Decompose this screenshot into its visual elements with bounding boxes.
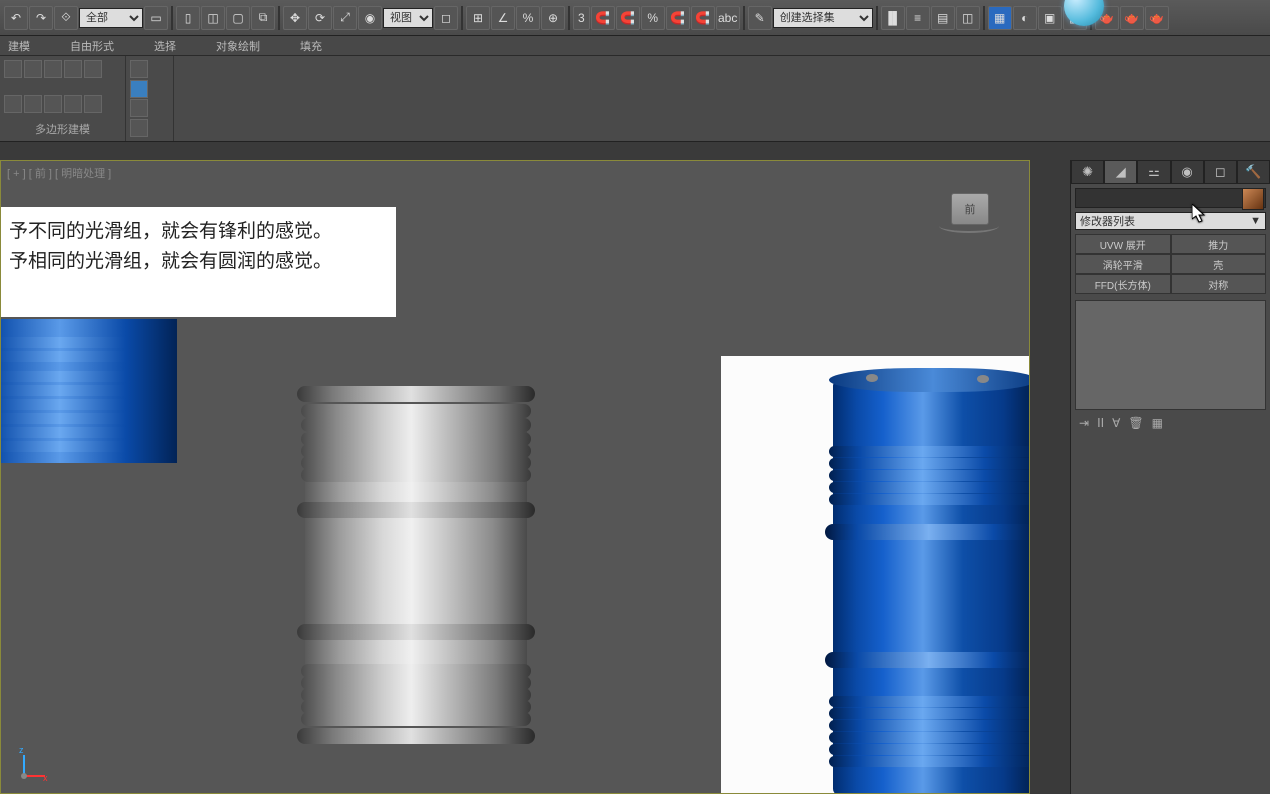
tab-freeform[interactable]: 自由形式	[70, 38, 114, 54]
mod-btn-push[interactable]: 推力	[1171, 234, 1267, 254]
poly-mode-3[interactable]	[44, 60, 62, 78]
object-color-swatch[interactable]	[1242, 188, 1264, 210]
extra-tool-1[interactable]	[130, 60, 148, 78]
teapot2-button[interactable]: 🫖	[1120, 6, 1144, 30]
modifier-list-dropdown[interactable]: 修改器列表▼	[1075, 212, 1266, 230]
pivot-button[interactable]: ◻	[434, 6, 458, 30]
extra-tool-4[interactable]	[130, 119, 148, 137]
pin-stack-button[interactable]: ⇥	[1079, 416, 1089, 430]
named-selection-dropdown[interactable]: 创建选择集	[773, 8, 873, 28]
mod-btn-uvw[interactable]: UVW 展开	[1075, 234, 1171, 254]
select-name-button[interactable]: ◫	[201, 6, 225, 30]
poly-tool-c[interactable]	[44, 95, 62, 113]
tab-selection[interactable]: 选择	[154, 38, 176, 54]
main-toolbar: ↶ ↷ ⟐ 全部 ▭ ▯ ◫ ▢ ⧉ ✥ ⟳ ⤢ ◉ 视图 ◻ ⊞ ∠ % ⊕ …	[0, 0, 1270, 36]
snap-c-button[interactable]: %	[641, 6, 665, 30]
create-tab[interactable]: ✺	[1071, 160, 1104, 184]
snap-3-button[interactable]: 3	[573, 6, 590, 30]
poly-tool-b[interactable]	[24, 95, 42, 113]
remove-button[interactable]: 🗑	[1128, 416, 1143, 430]
teapot3-button[interactable]: 🫖	[1145, 6, 1169, 30]
poly-mode-2[interactable]	[24, 60, 42, 78]
scene-explorer-button[interactable]: ▦	[988, 6, 1012, 30]
poly-mode-4[interactable]	[64, 60, 82, 78]
unique-button[interactable]: ∀	[1112, 416, 1120, 430]
axis-gizmo-icon: z x	[19, 751, 49, 781]
snap-d-button[interactable]: 🧲	[666, 6, 690, 30]
percent-snap-button[interactable]: %	[516, 6, 540, 30]
mod-btn-symmetry[interactable]: 对称	[1171, 274, 1267, 294]
snap-e-button[interactable]: 🧲	[691, 6, 715, 30]
spinner-snap-button[interactable]: ⊕	[541, 6, 565, 30]
layer-button[interactable]: ▤	[931, 6, 955, 30]
material-editor-button[interactable]: ◐	[1013, 6, 1037, 30]
edit-named-button[interactable]: ✎	[748, 6, 772, 30]
selection-filter-dropdown[interactable]: 全部	[79, 8, 143, 28]
scale-button[interactable]: ⤢	[333, 6, 357, 30]
reference-image-top	[1, 319, 177, 463]
render-setup-button[interactable]: ▣	[1038, 6, 1062, 30]
angle-snap-button[interactable]: ∠	[491, 6, 515, 30]
viewport-label[interactable]: [ + ] [ 前 ] [ 明暗处理 ]	[7, 165, 111, 181]
curve-editor-button[interactable]: ◫	[956, 6, 980, 30]
extra-tool-2[interactable]	[130, 80, 148, 98]
redo-button[interactable]: ↷	[29, 6, 53, 30]
display-tab[interactable]: ◻	[1204, 160, 1237, 184]
ribbon-group-label: 多边形建模	[4, 119, 121, 137]
barrel-model	[291, 386, 541, 746]
poly-mode-5[interactable]	[84, 60, 102, 78]
tab-object-paint[interactable]: 对象绘制	[216, 38, 260, 54]
extra-tool-3[interactable]	[130, 99, 148, 117]
align-button[interactable]: ≡	[906, 6, 930, 30]
annotation-card: 予不同的光滑组，就会有锋利的感觉。 予相同的光滑组，就会有圆润的感觉。	[1, 207, 396, 317]
select-object-button[interactable]: ▯	[176, 6, 200, 30]
viewport-front[interactable]: [ + ] [ 前 ] [ 明暗处理 ] 前 予不同的光滑组，就会有锋利的感觉。…	[0, 160, 1030, 794]
window-crossing-button[interactable]: ⧉	[251, 6, 275, 30]
select-button[interactable]: ▭	[144, 6, 168, 30]
place-button[interactable]: ◉	[358, 6, 382, 30]
modify-tab[interactable]: ◢	[1104, 160, 1137, 184]
configure-button[interactable]: ▦	[1152, 416, 1163, 430]
poly-tool-a[interactable]	[4, 95, 22, 113]
move-button[interactable]: ✥	[283, 6, 307, 30]
show-end-button[interactable]: ⅠⅠ	[1097, 416, 1104, 430]
tab-modeling[interactable]: 建模	[8, 38, 30, 54]
mod-btn-ffd[interactable]: FFD(长方体)	[1075, 274, 1171, 294]
viewcube-ring-icon[interactable]	[939, 219, 999, 233]
snap-f-button[interactable]: abc	[716, 6, 740, 30]
annotation-line-1: 予不同的光滑组，就会有锋利的感觉。	[9, 217, 388, 247]
ribbon-panel: 多边形建模	[0, 56, 1270, 142]
mirror-button[interactable]: ▐▌	[881, 6, 905, 30]
modifier-stack[interactable]	[1075, 300, 1266, 410]
snap-b-button[interactable]: 🧲	[616, 6, 640, 30]
annotation-line-2: 予相同的光滑组，就会有圆润的感觉。	[9, 247, 388, 277]
motion-tab[interactable]: ◉	[1171, 160, 1204, 184]
mod-btn-shell[interactable]: 壳	[1171, 254, 1267, 274]
snap-toggle-button[interactable]: ⊞	[466, 6, 490, 30]
poly-mode-1[interactable]	[4, 60, 22, 78]
object-name-input[interactable]	[1075, 188, 1266, 208]
ribbon-tabs: 建模 自由形式 选择 对象绘制 填充	[0, 36, 1270, 56]
coord-system-dropdown[interactable]: 视图	[383, 8, 433, 28]
link-button[interactable]: ⟐	[54, 6, 78, 30]
undo-button[interactable]: ↶	[4, 6, 28, 30]
hierarchy-tab[interactable]: ⚍	[1137, 160, 1170, 184]
mod-btn-turbosmooth[interactable]: 涡轮平滑	[1075, 254, 1171, 274]
select-region-button[interactable]: ▢	[226, 6, 250, 30]
reference-image-right	[721, 356, 1030, 794]
poly-tool-e[interactable]	[84, 95, 102, 113]
poly-tool-d[interactable]	[64, 95, 82, 113]
rotate-button[interactable]: ⟳	[308, 6, 332, 30]
tab-populate[interactable]: 填充	[300, 38, 322, 54]
command-panel: ✺ ◢ ⚍ ◉ ◻ 🔨 修改器列表▼ UVW 展开 推力 涡轮平滑 壳 FFD(…	[1070, 160, 1270, 794]
snap-a-button[interactable]: 🧲	[591, 6, 615, 30]
utilities-tab[interactable]: 🔨	[1237, 160, 1270, 184]
